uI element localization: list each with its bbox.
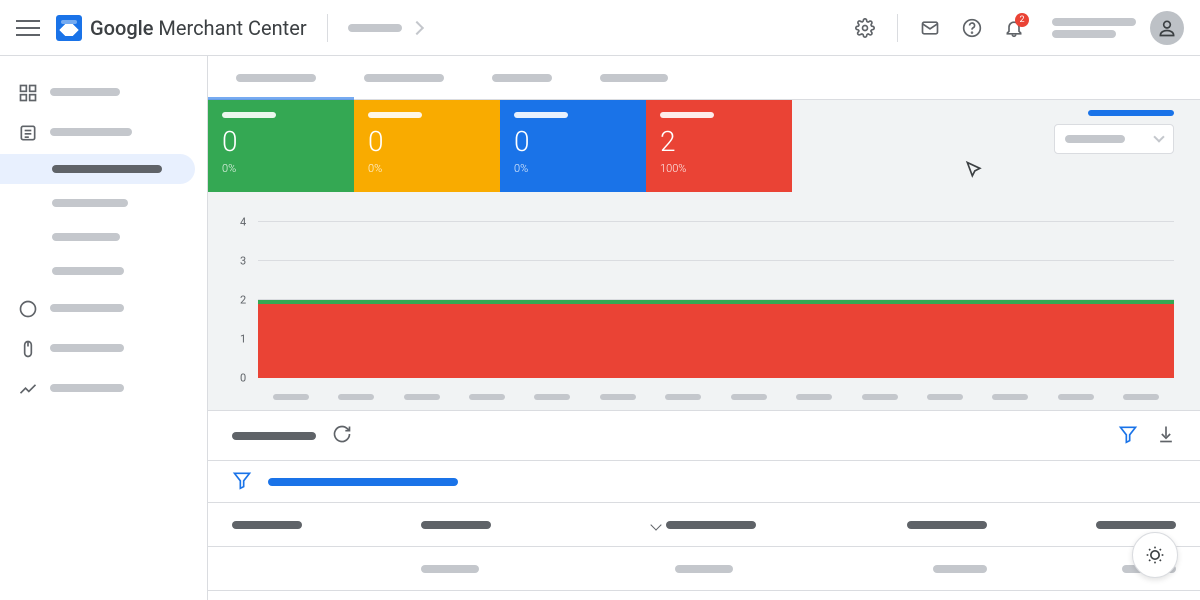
tab-1[interactable]: [232, 56, 320, 99]
avatar[interactable]: [1150, 11, 1184, 45]
account-selector[interactable]: [1038, 18, 1144, 38]
table-area: [208, 410, 1200, 591]
divider: [327, 14, 328, 42]
chart-icon: [18, 379, 36, 397]
status-card-red[interactable]: 2 100%: [646, 100, 792, 192]
arrow-down-icon: [650, 519, 661, 530]
settings-icon[interactable]: [847, 10, 883, 46]
circle-icon: [18, 299, 36, 317]
list-icon: [18, 123, 36, 141]
notifications-icon[interactable]: 2: [996, 10, 1032, 46]
chart: 01234: [208, 192, 1200, 392]
card-value: 0: [514, 128, 632, 156]
card-pct: 0%: [368, 162, 486, 175]
col-2[interactable]: [421, 521, 610, 529]
sidebar-item-5[interactable]: [0, 222, 207, 252]
chevron-down-icon: [1153, 131, 1164, 142]
card-value: 0: [368, 128, 486, 156]
card-pct: 0%: [222, 162, 340, 175]
table-header: [208, 503, 1200, 547]
card-pct: 100%: [660, 162, 778, 175]
tab-4[interactable]: [596, 56, 672, 99]
download-icon[interactable]: [1156, 424, 1176, 448]
status-card-yellow[interactable]: 0 0%: [354, 100, 500, 192]
card-value: 2: [660, 128, 778, 156]
mail-icon[interactable]: [912, 10, 948, 46]
sidebar-item-7[interactable]: [0, 290, 207, 326]
menu-icon[interactable]: [16, 16, 40, 40]
main-content: 0 0% 0 0% 0 0% 2 100%: [208, 56, 1200, 600]
col-3[interactable]: [610, 521, 799, 529]
col-1[interactable]: [232, 521, 421, 529]
app-header: Google Merchant Center 2: [0, 0, 1200, 56]
sidebar: [0, 56, 208, 600]
status-cards: 0 0% 0 0% 0 0% 2 100%: [208, 100, 1200, 192]
dashboard-icon: [18, 83, 36, 101]
sidebar-item-1[interactable]: [0, 74, 207, 110]
notification-badge: 2: [1015, 13, 1029, 27]
chevron-right-icon: [410, 20, 424, 34]
chart-dropdown[interactable]: [1054, 124, 1174, 154]
filter-bar[interactable]: [208, 461, 1200, 503]
table-toolbar: [208, 411, 1200, 461]
table-row[interactable]: [208, 547, 1200, 591]
filter-icon: [232, 470, 254, 494]
app-logo[interactable]: Google Merchant Center: [56, 15, 307, 41]
help-icon[interactable]: [954, 10, 990, 46]
tabs: [208, 56, 1200, 100]
status-card-green[interactable]: 0 0%: [208, 100, 354, 192]
refresh-icon[interactable]: [332, 424, 352, 448]
app-name-bold: Google: [90, 16, 153, 40]
divider: [897, 14, 898, 42]
status-card-blue[interactable]: 0 0%: [500, 100, 646, 192]
sidebar-item-2[interactable]: [0, 114, 207, 150]
sidebar-item-8[interactable]: [0, 330, 207, 366]
col-4[interactable]: [798, 521, 987, 529]
app-name-rest: Merchant Center: [153, 16, 306, 40]
sidebar-item-3-selected[interactable]: [0, 154, 195, 184]
filter-icon[interactable]: [1118, 424, 1140, 448]
mouse-icon: [18, 339, 36, 357]
sidebar-item-9[interactable]: [0, 370, 207, 406]
card-value: 0: [222, 128, 340, 156]
mouse-cursor: [964, 160, 990, 186]
dashboard-panel: 0 0% 0 0% 0 0% 2 100%: [208, 100, 1200, 410]
chart-link[interactable]: [1088, 110, 1174, 116]
feedback-fab[interactable]: [1132, 532, 1178, 578]
sidebar-item-4[interactable]: [0, 188, 207, 218]
card-pct: 0%: [514, 162, 632, 175]
sidebar-item-6[interactable]: [0, 256, 207, 286]
col-5[interactable]: [987, 521, 1176, 529]
tab-2[interactable]: [360, 56, 448, 99]
breadcrumb[interactable]: [348, 23, 422, 33]
tab-3[interactable]: [488, 56, 556, 99]
